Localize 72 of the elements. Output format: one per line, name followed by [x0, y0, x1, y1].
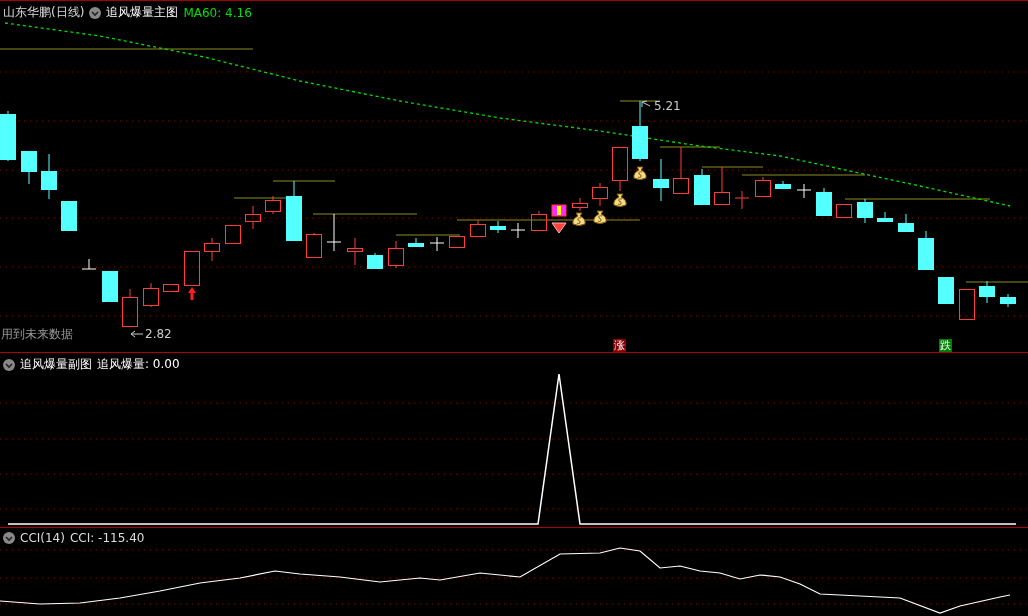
candlestick	[326, 213, 342, 252]
candlestick	[775, 180, 791, 190]
pointer-arrow-icon	[130, 330, 144, 338]
up-arrow-icon	[188, 287, 196, 300]
indicator-name: 追风爆量主图	[106, 4, 179, 21]
candlestick	[836, 204, 852, 218]
signal-badge: 涨	[613, 339, 626, 352]
low-price-label: 2.82	[145, 327, 172, 341]
candlestick	[449, 236, 465, 248]
candlestick	[184, 251, 200, 286]
candlestick	[102, 271, 118, 302]
candlestick	[122, 288, 138, 327]
candlestick	[572, 197, 588, 212]
candlestick	[367, 252, 383, 270]
candlestick	[81, 258, 97, 270]
money-bag-icon	[593, 210, 607, 224]
candlestick	[490, 220, 506, 234]
indicator-name: CCI(14)	[20, 531, 65, 545]
indicator-value: 追风爆量: 0.00	[97, 356, 180, 373]
candlestick	[388, 240, 404, 269]
indicator-name: 追风爆量副图	[20, 356, 92, 373]
collapse-icon[interactable]	[3, 532, 15, 544]
candlestick	[61, 201, 77, 231]
candlestick	[429, 236, 445, 252]
candlestick	[796, 183, 812, 199]
candlestick	[898, 213, 914, 233]
candlestick	[531, 210, 547, 232]
candlestick	[470, 219, 486, 238]
money-bag-icon	[572, 212, 586, 226]
candlestick	[245, 205, 261, 230]
money-bag-icon	[613, 193, 627, 207]
high-price-label: 5.21	[654, 99, 681, 113]
money-bag-icon	[633, 166, 647, 180]
candlestick	[286, 180, 302, 242]
candlestick	[21, 151, 37, 185]
signal-badge: 跌	[939, 339, 952, 352]
ma-value: MA60: 4.16	[183, 5, 252, 20]
candlestick	[877, 211, 893, 223]
candlestick	[612, 147, 628, 192]
collapse-icon[interactable]	[89, 6, 102, 19]
candlestick	[714, 166, 730, 205]
candlestick	[857, 198, 873, 224]
candlestick	[143, 282, 159, 308]
candlestick	[979, 280, 995, 304]
future-data-note: 用到未来数据	[1, 326, 73, 343]
pointer-arrow-icon	[641, 100, 651, 108]
candlestick	[306, 232, 322, 259]
candlestick	[734, 190, 750, 210]
candlestick	[918, 230, 934, 270]
candlestick	[1000, 293, 1016, 308]
stock-title: 山东华鹏(日线)	[3, 4, 85, 21]
striped-block-icon	[551, 204, 567, 217]
candlestick	[938, 277, 954, 304]
candlestick	[673, 146, 689, 195]
candlestick	[204, 237, 220, 262]
candlestick	[163, 284, 179, 292]
candlestick	[592, 182, 608, 207]
candlestick	[408, 237, 424, 248]
candlestick	[632, 100, 648, 162]
collapse-icon[interactable]	[3, 358, 15, 371]
candlestick	[694, 168, 710, 206]
candlestick	[265, 195, 281, 215]
candlestick	[653, 158, 669, 202]
candlestick	[510, 222, 526, 239]
indicator-value: CCI: -115.40	[69, 531, 145, 545]
candlestick	[347, 237, 363, 266]
candlestick	[816, 187, 832, 217]
candlestick	[959, 289, 975, 320]
candlestick	[41, 153, 57, 200]
candlestick	[755, 176, 771, 197]
candlestick	[0, 110, 16, 162]
candlestick	[225, 225, 241, 244]
